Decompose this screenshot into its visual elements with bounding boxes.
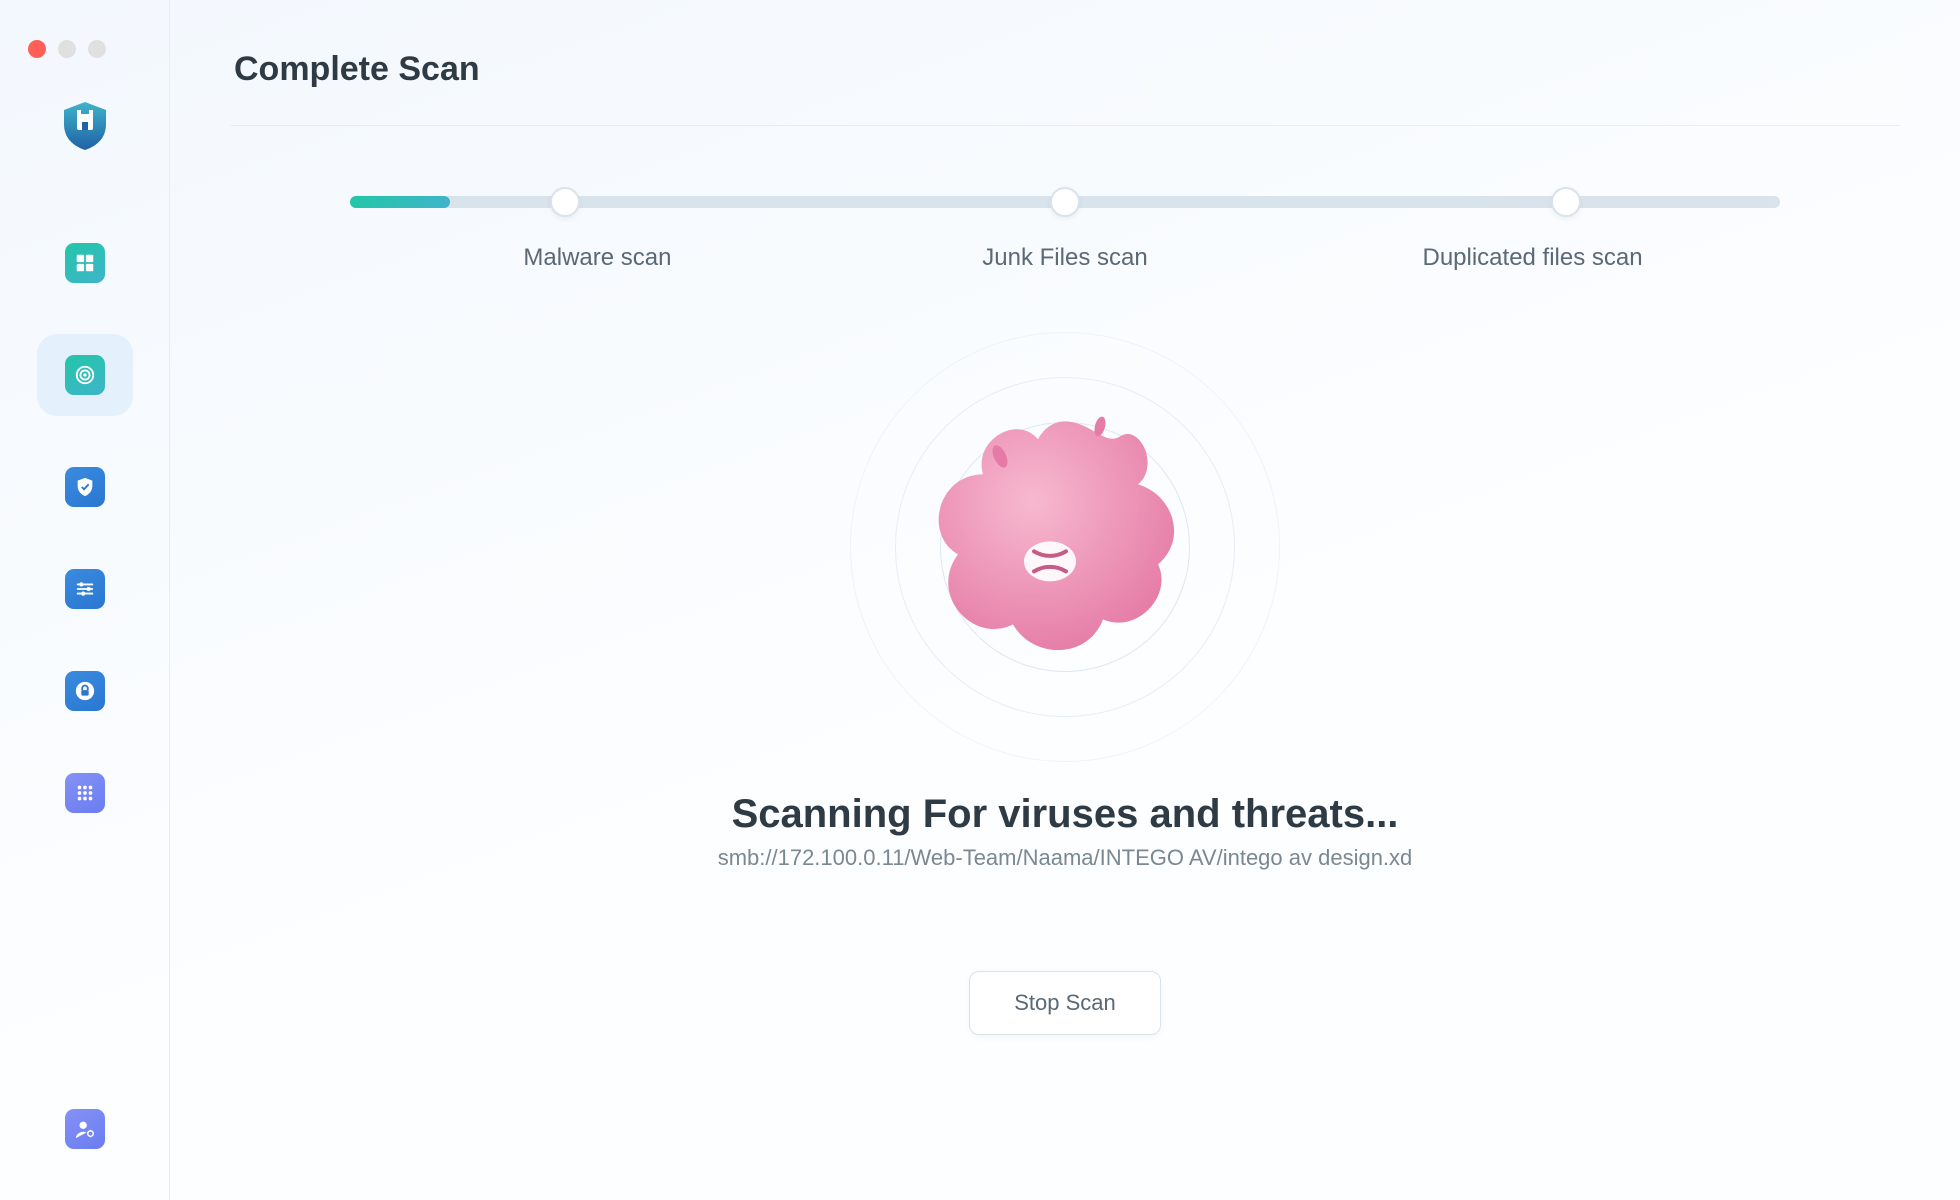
sidebar-item-dashboard[interactable] — [54, 232, 116, 294]
scan-stepper: Malware scan Junk Files scan Duplicated … — [350, 196, 1780, 272]
scan-current-path: smb://172.100.0.11/Web-Team/Naama/INTEGO… — [230, 845, 1900, 871]
lock-circle-icon — [65, 671, 105, 711]
stepper-dot-3 — [1551, 187, 1581, 217]
sliders-icon — [65, 569, 105, 609]
stepper-progress — [350, 196, 450, 208]
app-logo-icon — [59, 100, 111, 152]
page-title: Complete Scan — [234, 50, 1900, 89]
sidebar — [0, 0, 170, 1200]
sidebar-item-account[interactable] — [54, 1098, 116, 1160]
sidebar-item-apps[interactable] — [54, 762, 116, 824]
target-icon — [65, 355, 105, 395]
stop-scan-button[interactable]: Stop Scan — [969, 971, 1161, 1035]
apps-grid-icon — [65, 773, 105, 813]
scan-radar — [850, 332, 1280, 762]
divider — [230, 125, 1900, 126]
stepper-label-2: Junk Files scan — [832, 244, 1299, 272]
user-cog-icon — [65, 1109, 105, 1149]
stepper-label-3: Duplicated files scan — [1299, 244, 1766, 272]
grid-icon — [65, 243, 105, 283]
sidebar-item-scan[interactable] — [37, 334, 133, 416]
stepper-dot-2 — [1050, 187, 1080, 217]
scan-status-title: Scanning For viruses and threats... — [230, 792, 1900, 837]
main-content: Complete Scan Malware scan Junk Files sc… — [170, 0, 1960, 1200]
shield-check-icon — [65, 467, 105, 507]
stepper-label-1: Malware scan — [364, 244, 831, 272]
sidebar-item-protection[interactable] — [54, 456, 116, 518]
stepper-track — [350, 196, 1780, 208]
stepper-dot-1 — [550, 187, 580, 217]
sidebar-item-settings[interactable] — [54, 558, 116, 620]
virus-mascot-icon — [930, 401, 1200, 681]
sidebar-item-privacy[interactable] — [54, 660, 116, 722]
